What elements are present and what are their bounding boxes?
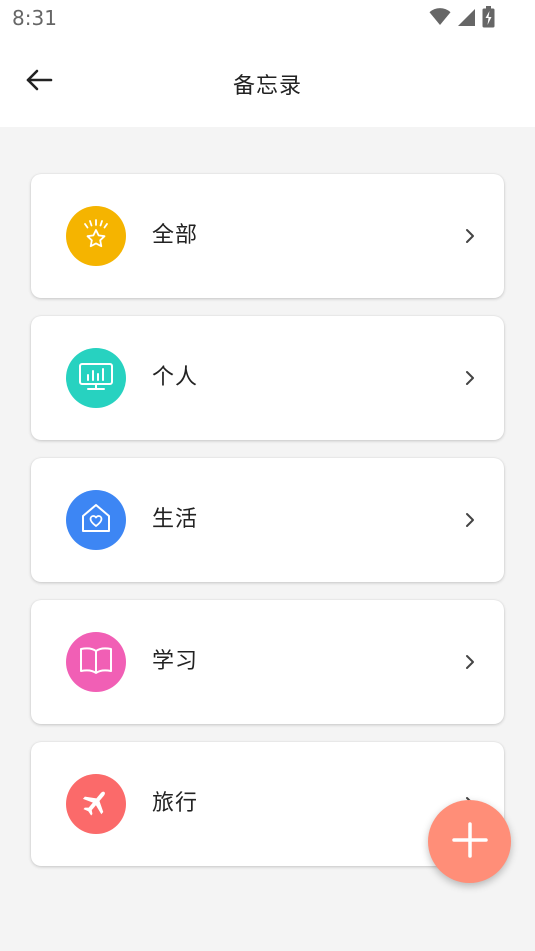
app-bar: 备忘录 xyxy=(0,38,535,127)
category-label: 旅行 xyxy=(152,791,199,816)
page-title: 备忘录 xyxy=(232,74,302,99)
category-card-personal[interactable]: 个人 xyxy=(31,316,504,440)
star-sparkle-icon xyxy=(79,217,113,255)
open-book-icon xyxy=(78,644,114,680)
status-icons xyxy=(429,6,495,28)
monitor-chart-icon xyxy=(77,359,115,397)
house-heart-icon xyxy=(78,500,114,540)
category-label: 全部 xyxy=(152,223,199,248)
plus-icon xyxy=(450,820,490,864)
category-card-all[interactable]: 全部 xyxy=(31,174,504,298)
chevron-right-icon xyxy=(460,510,480,530)
category-icon-badge xyxy=(66,348,126,408)
memo-screen: 8:31 备忘录 全部 个人 生活 学习 旅行 xyxy=(0,0,535,951)
category-icon-badge xyxy=(66,774,126,834)
wifi-icon xyxy=(429,8,451,26)
add-memo-fab[interactable] xyxy=(428,800,511,883)
status-bar: 8:31 xyxy=(0,0,535,38)
category-label: 个人 xyxy=(152,365,199,390)
category-label: 生活 xyxy=(152,507,199,532)
category-icon-badge xyxy=(66,490,126,550)
category-card-study[interactable]: 学习 xyxy=(31,600,504,724)
category-icon-badge xyxy=(66,206,126,266)
cellular-signal-icon xyxy=(457,8,476,27)
chevron-right-icon xyxy=(460,368,480,388)
chevron-right-icon xyxy=(460,652,480,672)
category-label: 学习 xyxy=(152,649,199,674)
category-icon-badge xyxy=(66,632,126,692)
category-card-life[interactable]: 生活 xyxy=(31,458,504,582)
chevron-right-icon xyxy=(460,226,480,246)
status-time: 8:31 xyxy=(12,6,57,30)
category-list: 全部 个人 生活 学习 旅行 xyxy=(31,174,504,884)
battery-icon xyxy=(482,6,495,28)
airplane-icon xyxy=(79,785,113,823)
top-area: 8:31 备忘录 xyxy=(0,0,535,127)
